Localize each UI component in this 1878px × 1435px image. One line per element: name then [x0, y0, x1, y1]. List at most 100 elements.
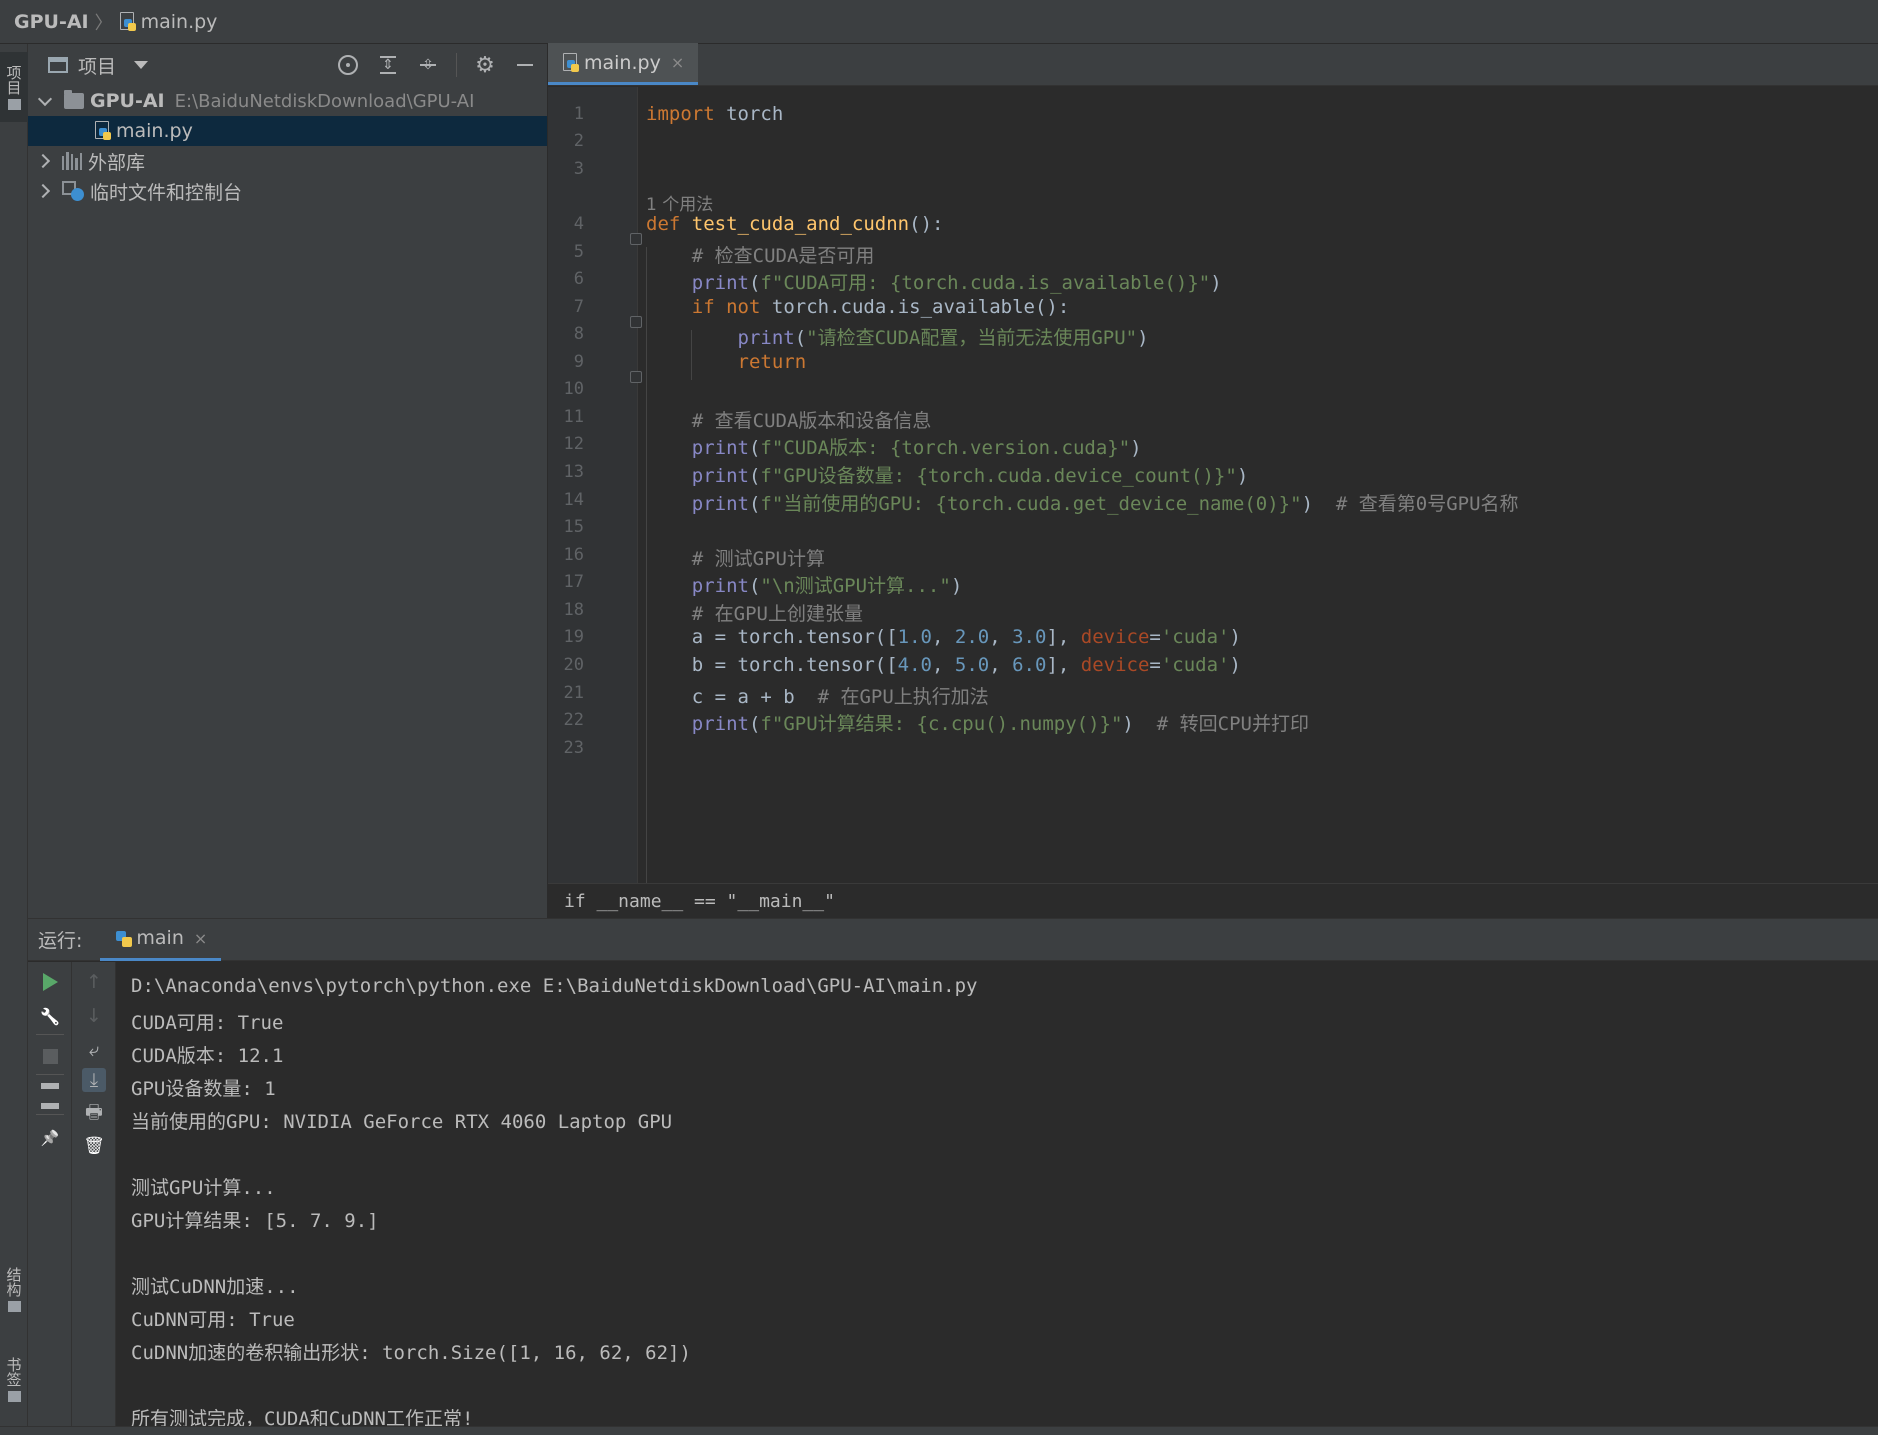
toolbar-divider [456, 53, 457, 77]
tree-item-project-root[interactable]: GPU-AI E:\BaiduNetdiskDownload\GPU-AI [28, 86, 547, 116]
bookmark-icon [7, 1390, 21, 1402]
folder-icon [7, 98, 21, 110]
code-line: if not torch.cuda.is_available(): [691, 296, 1070, 318]
code-line: # 在GPU上创建张量 [691, 603, 863, 625]
code-line: print("\n测试GPU计算...") [691, 575, 963, 597]
code-line: print(f"GPU计算结果: {c.cpu().numpy()}") # 转… [691, 713, 1309, 735]
tree-item-label: GPU-AI [90, 90, 165, 112]
run-toolbar-secondary [72, 962, 116, 1427]
toolbar-divider [36, 1114, 64, 1115]
chevron-right-icon[interactable] [35, 183, 51, 199]
fold-marker-icon[interactable] [630, 233, 642, 245]
print-icon[interactable] [82, 1102, 106, 1126]
chevron-down-icon[interactable] [37, 91, 53, 106]
bookmarks-tool-button[interactable]: 书签 [0, 1344, 28, 1414]
tree-item-main-py[interactable]: main.py [28, 116, 547, 146]
tree-item-scratches[interactable]: 临时文件和控制台 [28, 176, 547, 206]
line-number: 2 [573, 131, 584, 151]
locate-icon[interactable] [336, 53, 360, 77]
code-line: print("请检查CUDA配置，当前无法使用GPU") [737, 327, 1149, 349]
line-number: 14 [563, 490, 584, 510]
python-file-icon [94, 121, 112, 141]
line-number: 4 [573, 214, 584, 234]
close-icon[interactable]: × [671, 53, 684, 72]
line-number: 16 [563, 545, 584, 565]
line-number: 21 [563, 683, 584, 703]
line-number: 17 [563, 572, 584, 592]
line-number: 15 [563, 517, 584, 537]
tree-item-external-libraries[interactable]: 外部库 [28, 146, 547, 176]
library-icon [62, 152, 83, 170]
console-line: D:\Anaconda\envs\pytorch\python.exe E:\B… [131, 975, 978, 997]
run-tab-label: main [136, 927, 184, 949]
code-line: print(f"CUDA版本: {torch.version.cuda}") [691, 437, 1142, 459]
editor-tab-main-py[interactable]: main.py × [548, 43, 699, 85]
wrench-icon[interactable] [38, 1004, 62, 1028]
fold-marker-icon[interactable] [630, 316, 642, 328]
code-line: def test_cuda_and_cudnn(): [646, 213, 944, 235]
run-tab-main[interactable]: main × [100, 918, 222, 961]
project-panel-header: 项目 [28, 44, 547, 86]
breadcrumb-file[interactable]: main.py [141, 11, 218, 33]
trash-icon[interactable] [82, 1134, 106, 1158]
project-panel-title[interactable]: 项目 [78, 52, 116, 79]
line-number: 8 [573, 324, 584, 344]
line-number: 18 [563, 600, 584, 620]
code-line: print(f"CUDA可用: {torch.cuda.is_available… [691, 272, 1222, 294]
line-number: 5 [573, 242, 584, 262]
structure-tool-button[interactable]: 结构 [0, 1254, 28, 1324]
line-number: 20 [563, 655, 584, 675]
arrow-up-icon[interactable] [82, 970, 106, 994]
project-path-hint: E:\BaiduNetdiskDownload\GPU-AI [174, 90, 475, 112]
code-line: # 测试GPU计算 [691, 548, 825, 570]
arrow-down-icon[interactable] [82, 1004, 106, 1028]
editor-breadcrumb[interactable]: if __name__ == "__main__" [548, 883, 1878, 918]
layout-icon[interactable] [38, 1084, 62, 1108]
python-file-icon [119, 11, 137, 32]
editor-tab-bar: main.py × [548, 43, 1878, 86]
editor-tab-label: main.py [584, 51, 661, 74]
bookmarks-tool-label: 书签 [4, 1356, 23, 1387]
close-icon[interactable]: × [194, 929, 207, 948]
chevron-right-icon[interactable] [35, 153, 51, 169]
code-line: print(f"GPU设备数量: {torch.cuda.device_coun… [691, 465, 1249, 487]
console-line: 测试CuDNN加速... [131, 1276, 299, 1298]
line-number: 23 [563, 738, 584, 758]
soft-wrap-icon[interactable] [82, 1038, 106, 1062]
line-number: 10 [563, 379, 584, 399]
line-number: 11 [563, 407, 584, 427]
breadcrumb-project[interactable]: GPU-AI [14, 11, 89, 33]
usage-inlay-hint[interactable]: 1 个用法 [646, 190, 713, 215]
editor: main.py × 1 2 3 4 5 6 7 8 9 10 11 12 13 14 15 16 17 18 19 2… [548, 43, 1878, 918]
project-tool-button[interactable]: 项目 [0, 52, 28, 122]
console-line: 当前使用的GPU: NVIDIA GeForce RTX 4060 Laptop… [131, 1111, 673, 1133]
code-area[interactable]: 1 2 3 4 5 6 7 8 9 10 11 12 13 14 15 16 17 18 19 20 21 22 23 1 … [548, 87, 1878, 883]
fold-marker-icon[interactable] [630, 371, 642, 383]
console-output[interactable]: D:\Anaconda\envs\pytorch\python.exe E:\B… [116, 962, 1878, 1430]
pin-icon[interactable] [38, 1126, 62, 1150]
expand-all-icon[interactable] [376, 53, 400, 77]
code-line: # 查看CUDA版本和设备信息 [691, 410, 932, 432]
line-number: 19 [563, 627, 584, 647]
console-line: CUDA版本: 12.1 [131, 1045, 284, 1067]
stop-icon[interactable] [38, 1044, 62, 1068]
line-number: 1 [573, 104, 584, 124]
rerun-icon[interactable] [38, 970, 62, 994]
code-line: import torch [646, 103, 784, 125]
chevron-down-icon[interactable] [134, 61, 149, 69]
navigation-bar: GPU-AI 〉 main.py [0, 0, 1878, 44]
project-view-icon [48, 57, 68, 73]
scroll-to-end-icon[interactable] [82, 1068, 106, 1092]
console-line: GPU设备数量: 1 [131, 1078, 276, 1100]
gear-icon[interactable] [473, 53, 497, 77]
python-file-icon [562, 52, 580, 73]
project-tool-window: 项目 GPU-AI E:\BaiduNetdiskDownload\GPU-AI… [28, 44, 548, 918]
code-line: return [737, 351, 807, 373]
run-toolbar-primary [28, 962, 72, 1427]
tree-item-label: 外部库 [88, 151, 146, 174]
status-bar [0, 1426, 1878, 1435]
collapse-all-icon[interactable] [416, 53, 440, 77]
code-line: a = torch.tensor([1.0, 2.0, 3.0], device… [646, 626, 1241, 648]
console-line: CuDNN可用: True [131, 1309, 295, 1331]
minimize-icon[interactable] [513, 53, 537, 77]
